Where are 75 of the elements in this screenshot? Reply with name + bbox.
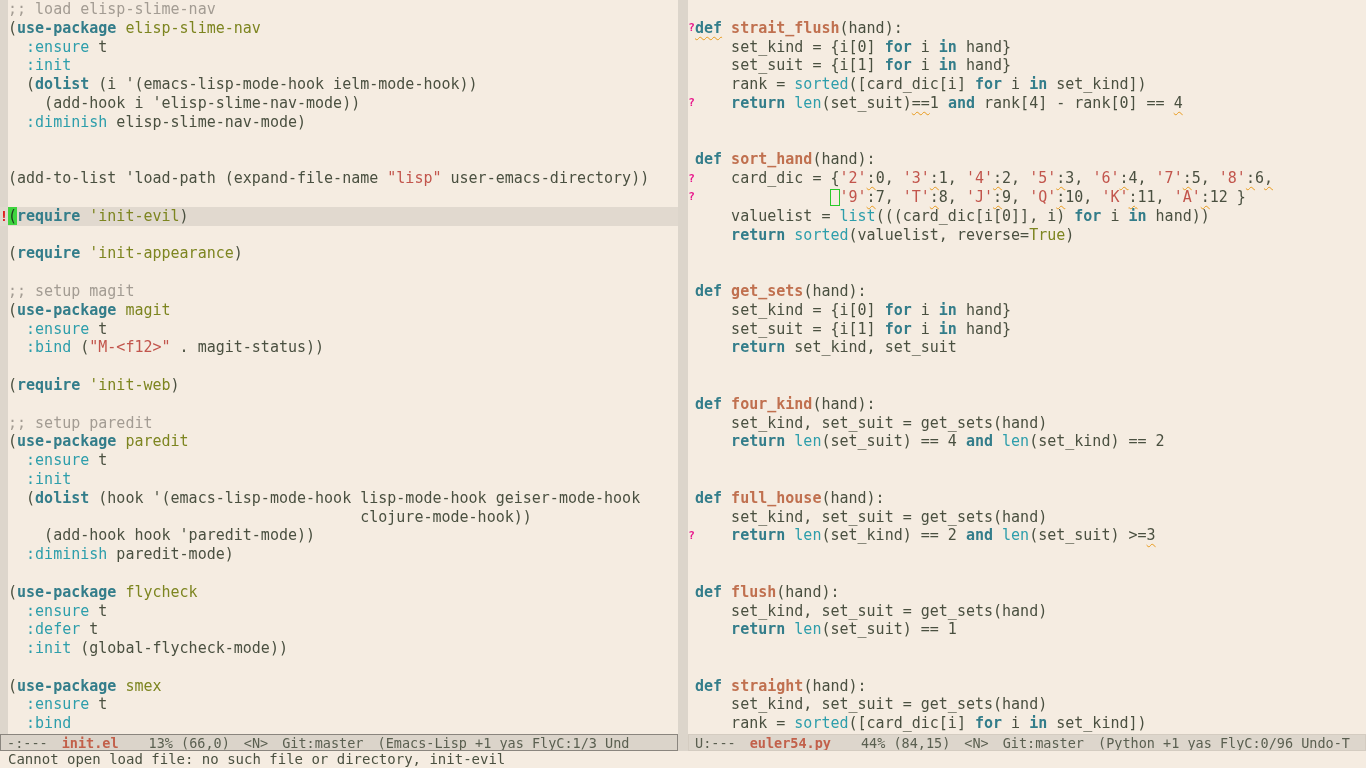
code-line: :ensure t: [25, 37, 108, 57]
code-line: def strait_flush(hand):: [695, 18, 903, 38]
code-line: (require 'init-evil): [8, 206, 189, 226]
code-line: (use-package magit: [8, 300, 171, 320]
code-line: (use-package flycheck: [8, 582, 198, 602]
code-line: (require 'init-web): [8, 375, 180, 395]
buffer-status: -:---: [7, 735, 48, 750]
code-line: return len(set_suit)==1 and rank[4] - rank[0] == 4: [730, 94, 1183, 113]
code-line: :bind ("M-<f12>" . magit-status)): [25, 338, 325, 358]
code-line: def full_house(hand):: [695, 488, 885, 508]
code-line: set_kind, set_suit = get_sets(hand): [730, 413, 1048, 433]
code-line: (require 'init-appearance): [8, 244, 243, 264]
code-line: :ensure t: [25, 451, 108, 470]
code-line: (use-package elisp-slime-nav: [8, 18, 261, 38]
warning-marker: ?: [688, 191, 695, 204]
code-line: :ensure t: [25, 695, 108, 715]
code-line: set_kind, set_suit = get_sets(hand): [730, 507, 1048, 527]
code-line: return len(set_suit) == 1: [730, 620, 957, 640]
code-line: '9':7, 'T':8, 'J':9, 'Q':10, 'K':11, 'A':12 }: [695, 187, 1246, 207]
echo-message: Cannot open load file: no such file or directory, init-evil: [8, 751, 506, 767]
code-line: set_suit = {i[1] for i in hand}: [730, 56, 1012, 76]
code-line: (use-package smex: [8, 676, 162, 696]
code-line: :bind: [25, 714, 72, 734]
code-line: return set_kind, set_suit: [730, 338, 957, 358]
code-line: :init (global-flycheck-mode)): [25, 639, 288, 658]
code-line: :ensure t: [25, 601, 108, 621]
code-line: clojure-mode-hook)): [359, 507, 532, 527]
code-line: (dolist (i '(emacs-lisp-mode-hook ielm-mode-hook)): [25, 75, 478, 94]
code-line: ;; load elisp-slime-nav: [8, 0, 216, 19]
buffer-status: U:---: [695, 735, 736, 750]
mode-list: (Python +1 yas FlyC:0/96 Undo-T: [1098, 735, 1350, 750]
code-line: return sorted(valuelist, reverse=True): [730, 225, 1075, 245]
code-line: ;; setup magit: [8, 281, 135, 301]
code-line: (add-to-list 'load-path (expand-file-name "lisp" user-emacs-directory)): [8, 169, 650, 188]
buffer-name: euler54.py: [749, 735, 831, 750]
code-line: :defer t: [25, 620, 99, 640]
git-branch: Git:master: [1002, 735, 1084, 750]
code-line: def straight(hand):: [695, 676, 867, 696]
cursor-position: 44% (84,15): [860, 735, 951, 750]
warning-marker: ?: [688, 172, 695, 185]
code-line: set_kind, set_suit = get_sets(hand): [730, 695, 1048, 715]
error-marker: !: [0, 209, 9, 224]
code-line: return len(set_kind) == 2 and len(set_suit) >=3: [730, 526, 1156, 546]
code-line: set_kind, set_suit = get_sets(hand): [730, 601, 1048, 621]
git-branch: Git:master: [282, 735, 364, 750]
cursor-position: 13% (66,0): [148, 735, 230, 750]
code-line: ;; setup paredit: [8, 413, 153, 433]
code-line: set_kind = {i[0] for i in hand}: [730, 37, 1012, 57]
warning-marker: ?: [688, 97, 695, 110]
code-line: return len(set_suit) == 4 and len(set_kind) == 2: [730, 432, 1165, 452]
code-line: rank = sorted([card_dic[i] for i in set_kind]): [730, 714, 1147, 734]
code-line: (add-hook hook 'paredit-mode)): [43, 526, 316, 546]
editor-state: <N>: [964, 735, 989, 750]
code-line: :init: [25, 469, 72, 489]
code-line: set_kind = {i[0] for i in hand}: [730, 300, 1012, 320]
code-line: rank = sorted([card_dic[i] for i in set_kind]): [730, 75, 1147, 94]
code-line: def sort_hand(hand):: [695, 150, 876, 170]
code-line: (dolist (hook '(emacs-lisp-mode-hook lisp-mode-hook geiser-mode-hook: [25, 488, 641, 508]
code-line: :ensure t: [25, 319, 108, 339]
code-line: def flush(hand):: [695, 582, 840, 602]
editor-state: <N>: [243, 735, 269, 750]
code-line: valuelist = list(((card_dic[i[0]], i) for i in hand)): [730, 206, 1210, 226]
code-line: :init: [25, 56, 72, 76]
code-line: set_suit = {i[1] for i in hand}: [730, 319, 1012, 339]
buffer-name: init.el: [61, 735, 119, 750]
code-line: :diminish paredit-mode): [25, 545, 234, 564]
warning-marker: ?: [688, 529, 695, 542]
code-line: (use-package paredit: [8, 432, 189, 452]
warning-marker: ?: [688, 22, 695, 35]
mode-list: (Emacs-Lisp +1 yas FlyC:1/3 Und: [377, 735, 630, 750]
code-line: :diminish elisp-slime-nav-mode): [25, 112, 307, 132]
code-line: def four_kind(hand):: [695, 394, 876, 414]
code-line: card_dic = {'2':0, '3':1, '4':2, '5':3, '6':4, '7':5, '8':6,: [730, 169, 1273, 188]
code-line: def get_sets(hand):: [695, 281, 867, 301]
code-line: (add-hook i 'elisp-slime-nav-mode)): [43, 94, 361, 113]
